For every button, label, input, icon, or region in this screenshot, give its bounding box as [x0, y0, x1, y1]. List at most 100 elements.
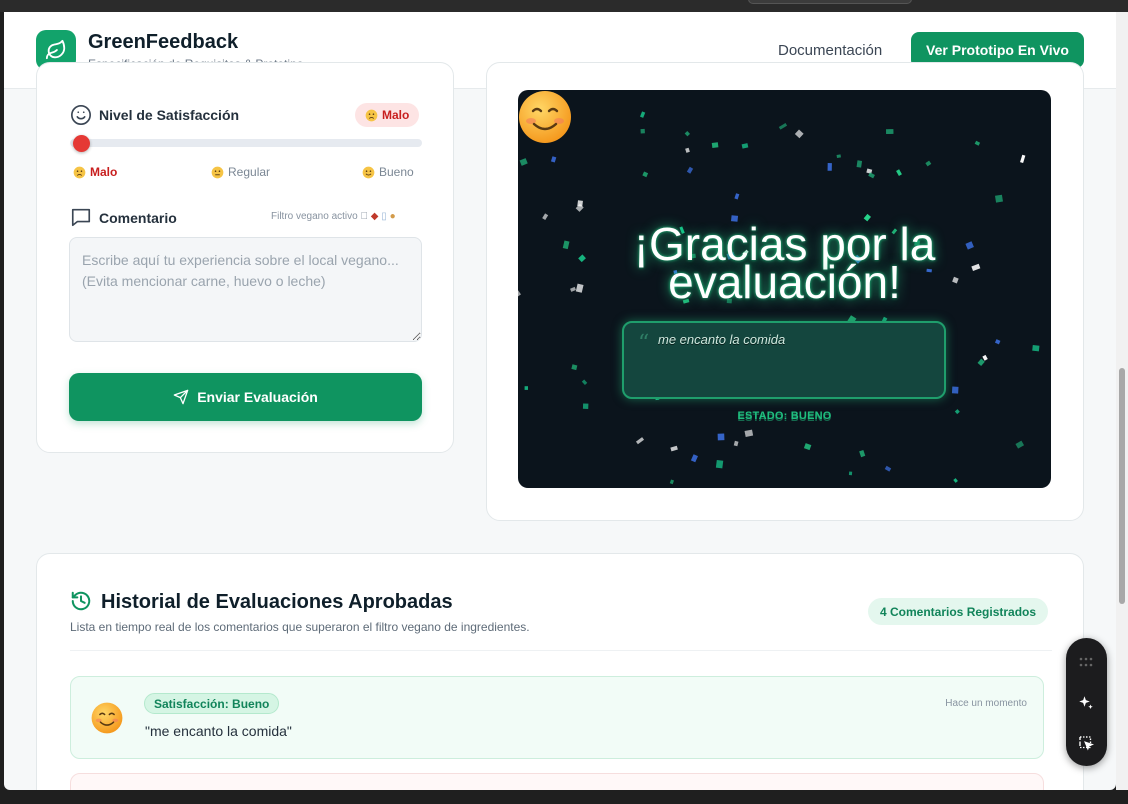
egg-icon: ●	[389, 211, 396, 222]
history-subtitle: Lista en tiempo real de los comentarios …	[70, 620, 530, 634]
confetti-piece	[827, 163, 832, 171]
tick-bueno[interactable]: Bueno	[362, 165, 414, 179]
history-title: Historial de Evaluaciones Aprobadas	[101, 591, 453, 613]
confetti-piece	[690, 454, 698, 463]
quote-mark-icon: “	[638, 331, 650, 356]
history-entry: Satisfacción: Bueno "me encanto la comid…	[70, 676, 1044, 759]
neutral-face-icon	[211, 166, 224, 178]
preview-quote-box: “ me encanto la comida	[622, 321, 946, 399]
send-icon	[173, 389, 189, 405]
confetti-piece	[856, 160, 863, 168]
confetti-piece	[519, 158, 528, 166]
submit-evaluation-label: Enviar Evaluación	[197, 389, 318, 405]
confetti-piece	[524, 386, 528, 390]
brand-name: GreenFeedback	[88, 31, 239, 53]
satisfaction-badge-text: Malo	[382, 108, 410, 122]
confetti-piece	[974, 140, 981, 146]
confetti-piece	[717, 433, 725, 441]
tick-regular-label: Regular	[228, 165, 271, 179]
scrollbar-thumb[interactable]	[1119, 368, 1125, 604]
confetti-piece	[734, 193, 740, 200]
confetti-piece	[581, 379, 588, 386]
confetti-piece	[896, 169, 902, 176]
confetti-piece	[744, 429, 754, 437]
documentation-link[interactable]: Documentación	[778, 42, 882, 59]
confetti-piece	[994, 194, 1003, 203]
history-icon	[71, 591, 91, 611]
confetti-piece	[582, 403, 589, 409]
happy-face-icon	[362, 166, 375, 178]
confetti-piece	[571, 364, 578, 371]
select-element-icon[interactable]	[1076, 733, 1096, 753]
milk-icon: ▯	[381, 211, 387, 222]
vegan-filter-note: Filtro vegano activo ⃠ ◆ ▯ ●	[271, 211, 396, 222]
tick-bueno-label: Bueno	[379, 165, 414, 179]
meat-icon: ◆	[370, 211, 379, 222]
confetti-piece	[884, 465, 892, 472]
confetti-piece	[1032, 345, 1040, 352]
history-divider	[70, 650, 1052, 651]
smiling-face-icon	[91, 702, 123, 734]
drag-handle-icon[interactable]	[1076, 652, 1096, 672]
tick-malo-label: Malo	[90, 165, 118, 179]
confetti-piece	[542, 213, 549, 220]
confetti-piece	[953, 478, 958, 483]
sad-face-icon	[365, 109, 378, 121]
tick-regular[interactable]: Regular	[211, 165, 270, 179]
history-count-badge: 4 Comentarios Registrados	[868, 598, 1049, 625]
confetti-piece	[669, 479, 675, 485]
smile-icon	[71, 105, 91, 125]
entry-satisfaction-badge: Satisfacción: Bueno	[144, 693, 280, 714]
thank-you-preview: ¡Gracias por la evaluación! “ me encanto…	[518, 90, 1051, 488]
tick-malo[interactable]: Malo	[73, 165, 117, 179]
top-tab-pill	[748, 0, 912, 4]
preview-quote-text: me encanto la comida	[658, 332, 786, 347]
vegan-filter-note-text: Filtro vegano activo	[271, 211, 358, 222]
confetti-piece	[982, 354, 988, 361]
confetti-piece	[951, 386, 959, 394]
confetti-piece	[778, 123, 788, 130]
confetti-piece	[575, 203, 584, 212]
preview-status: ESTADO: BUENO	[737, 410, 832, 422]
window-top-strip	[0, 0, 1128, 12]
satisfaction-badge: Malo	[355, 103, 420, 127]
comment-label: Comentario	[99, 210, 177, 226]
confetti-piece	[715, 460, 724, 469]
confetti-piece	[642, 171, 649, 178]
evaluation-form-card: Nivel de Satisfacción Malo Malo Regular …	[36, 62, 454, 453]
confetti-piece	[1015, 440, 1025, 449]
confetti-piece	[711, 142, 719, 149]
confetti-piece	[836, 154, 841, 158]
smiling-face-icon	[519, 91, 571, 143]
confetti-piece	[848, 471, 853, 476]
confetti-piece	[550, 156, 557, 163]
confetti-piece	[1020, 154, 1026, 163]
history-entry	[70, 773, 1044, 790]
confetti-piece	[794, 129, 804, 139]
satisfaction-slider-track[interactable]	[70, 139, 422, 147]
entry-comment-text: "me encanto la comida"	[145, 723, 292, 739]
confetti-piece	[977, 358, 985, 366]
confetti-piece	[886, 129, 894, 135]
entry-timestamp: Hace un momento	[945, 698, 1027, 709]
confetti-piece	[866, 168, 873, 174]
history-card: Historial de Evaluaciones Aprobadas List…	[36, 553, 1084, 790]
confetti-piece	[640, 128, 645, 134]
sparkle-icon[interactable]	[1076, 693, 1096, 713]
confetti-piece	[994, 339, 1001, 345]
confetti-piece	[741, 143, 749, 149]
confetti-piece	[925, 160, 932, 167]
sad-face-icon	[73, 166, 86, 178]
comment-icon	[71, 208, 91, 227]
confetti-piece	[635, 437, 645, 445]
submit-evaluation-button[interactable]: Enviar Evaluación	[69, 373, 422, 421]
comment-textarea[interactable]	[69, 237, 422, 342]
confetti-piece	[670, 445, 678, 452]
satisfaction-slider-thumb[interactable]	[73, 135, 90, 152]
page-scrollbar[interactable]	[1116, 12, 1128, 790]
confetti-piece	[685, 147, 690, 153]
app-window: GreenFeedback Especificación de Requisit…	[4, 12, 1116, 790]
confetti-piece	[803, 443, 812, 451]
confetti-piece	[640, 111, 646, 118]
thank-you-title: ¡Gracias por la evaluación!	[633, 218, 936, 308]
